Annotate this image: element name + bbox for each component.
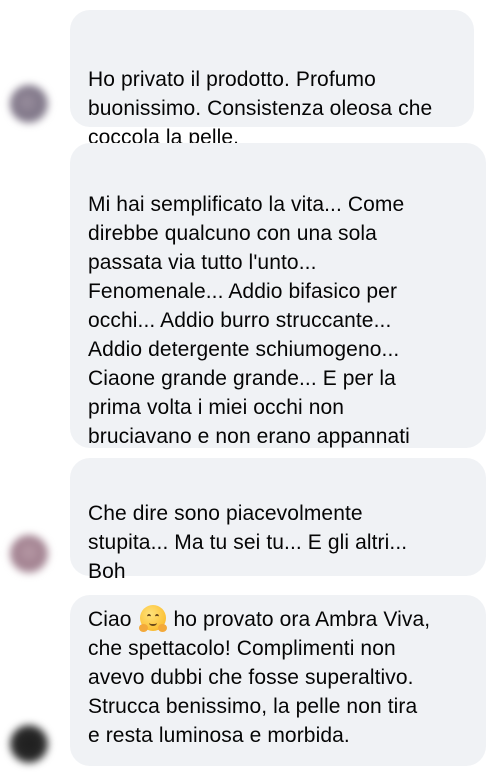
- avatar[interactable]: [10, 85, 48, 123]
- comment-bubble: Ciao ho provato ora Ambra Viva, che spet…: [70, 595, 486, 766]
- comment-bubble: Che dire sono piacevolmente stupita... M…: [70, 458, 486, 583]
- comment-bubble: Mi hai semplificato la vita... Come dire…: [70, 143, 486, 448]
- comment-text: Ho privato il prodotto. Profumo buonissi…: [88, 68, 433, 149]
- comment-text: Mi hai semplificato la vita... Come dire…: [88, 193, 410, 448]
- comment-text: Ciao: [88, 608, 132, 631]
- hugging-face-icon: [138, 605, 167, 632]
- avatar[interactable]: [10, 725, 48, 763]
- avatar[interactable]: [10, 535, 48, 573]
- comment-text: Che dire sono piacevolmente stupita... M…: [88, 502, 408, 583]
- comment-bubble: Ho privato il prodotto. Profumo buonissi…: [70, 10, 474, 149]
